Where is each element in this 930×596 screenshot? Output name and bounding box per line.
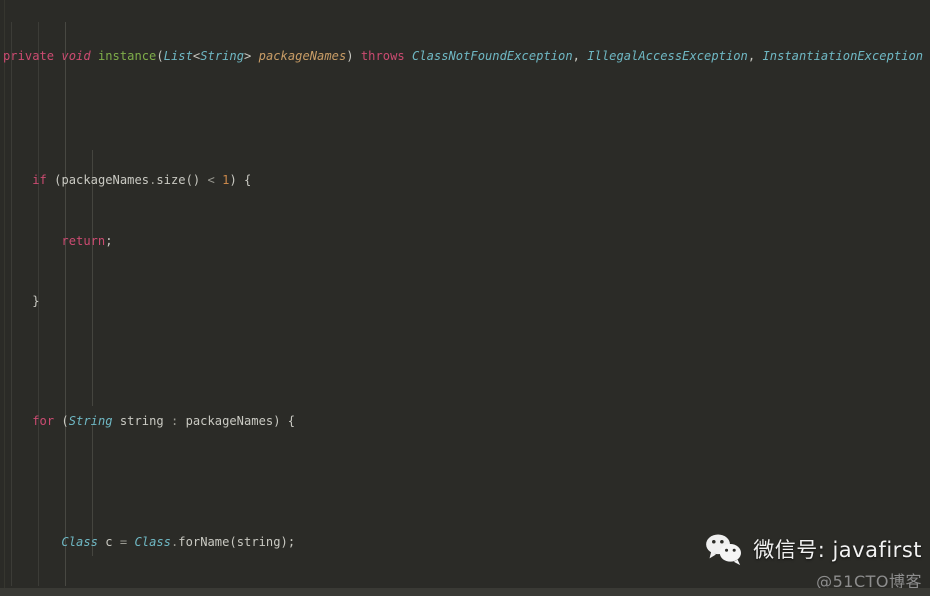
- ident-packagenames: packageNames: [61, 173, 150, 188]
- code-line[interactable]: if (packageNames.size() < 1) {: [0, 173, 930, 188]
- call-forname: forName: [178, 534, 230, 549]
- keyword-return: return: [61, 233, 106, 248]
- type-instantiationexception: InstantiationException: [762, 49, 924, 64]
- code-line[interactable]: private void instance(List<String> packa…: [0, 45, 930, 68]
- keyword-if: if: [32, 173, 47, 188]
- watermark: 微信号: javafirst @51CTO博客: [703, 532, 922, 592]
- method-name-instance: instance: [97, 49, 157, 64]
- type-illegalaccessexception: IllegalAccessException: [587, 49, 748, 64]
- keyword-for: for: [32, 414, 55, 429]
- type-list: List: [163, 49, 193, 64]
- keyword-private: private: [3, 49, 55, 64]
- arg-string: string: [236, 534, 281, 549]
- watermark-main-row: 微信号: javafirst: [703, 532, 922, 566]
- call-size: size: [156, 173, 186, 188]
- code-line[interactable]: return;: [0, 234, 930, 249]
- type-class: Class: [61, 534, 98, 549]
- type-string: String: [200, 49, 245, 64]
- code-line[interactable]: for (String string : packageNames) {: [0, 414, 930, 429]
- type-classnotfoundexception: ClassNotFoundException: [412, 49, 573, 64]
- keyword-void: void: [61, 49, 91, 64]
- code-editor-screenshot: private void instance(List<String> packa…: [0, 0, 930, 596]
- source-code-view[interactable]: private void instance(List<String> packa…: [0, 0, 930, 596]
- param-packagenames: packageNames: [258, 49, 347, 64]
- wechat-icon: [703, 532, 745, 566]
- type-string: String: [68, 414, 113, 429]
- type-class: Class: [134, 534, 171, 549]
- keyword-throws: throws: [360, 49, 405, 64]
- var-c: c: [105, 534, 113, 549]
- watermark-label: 微信号: javafirst: [753, 538, 922, 562]
- ident-packagenames: packageNames: [185, 414, 274, 429]
- bottom-edge-band: [0, 588, 930, 596]
- code-line[interactable]: }: [0, 294, 930, 309]
- var-string: string: [119, 414, 164, 429]
